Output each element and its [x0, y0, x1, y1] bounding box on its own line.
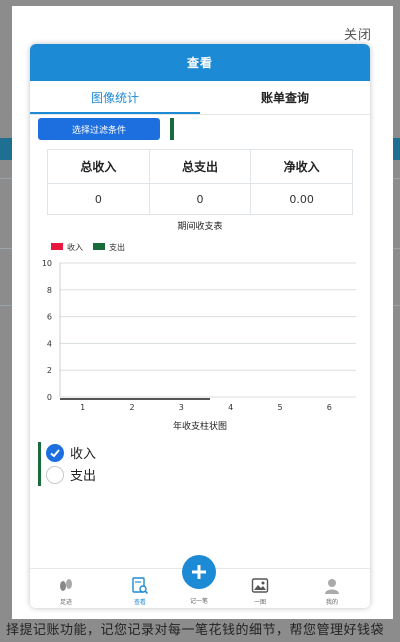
- search-doc-icon: [132, 577, 149, 595]
- series-toggle-group: 收入 支出: [38, 442, 370, 486]
- total-expense-value: 0: [148, 183, 252, 215]
- x-tick-label: 2: [129, 403, 134, 412]
- filter-accent-bar: [170, 118, 174, 140]
- preview-card: 查看 图像统计 账单查询 选择过滤条件 总收入 总支出 净收入 0 0 0.00…: [30, 44, 370, 608]
- bottom-nav: 足迹 查看 记一笔 一图 我的: [30, 555, 370, 608]
- close-button[interactable]: 关闭: [344, 24, 372, 43]
- option-income-label: 收入: [70, 447, 97, 462]
- legend-label: 支出: [109, 242, 125, 252]
- add-record-button[interactable]: [182, 555, 216, 589]
- nav-view[interactable]: 查看: [112, 577, 168, 606]
- add-record-label: 记一笔: [189, 598, 208, 605]
- option-expense-label: 支出: [70, 469, 97, 484]
- summary-caption: 期间收支表: [177, 222, 223, 232]
- net-income-value: 0.00: [250, 183, 353, 215]
- legend-swatch: [93, 243, 105, 250]
- x-tick-label: 4: [228, 403, 233, 412]
- y-tick-label: 8: [47, 286, 52, 295]
- nav-footprint[interactable]: 足迹: [38, 577, 94, 606]
- footprint-icon: [60, 579, 72, 591]
- x-tick-label: 1: [80, 403, 85, 412]
- select-filter-button[interactable]: 选择过滤条件: [38, 118, 160, 140]
- x-tick-label: 5: [277, 403, 282, 412]
- tab-bar: 图像统计 账单查询: [30, 81, 370, 115]
- plus-icon: [192, 565, 206, 579]
- x-tick-label: 6: [327, 403, 332, 412]
- nav-picture-label: 一图: [253, 599, 266, 606]
- chart-title: 年收支柱状图: [172, 422, 227, 432]
- picture-icon: [251, 578, 269, 593]
- total-expense-header: 总支出: [148, 149, 252, 184]
- legend-label: 收入: [67, 242, 83, 252]
- y-tick-label: 4: [47, 339, 52, 348]
- legend-swatch: [51, 243, 63, 250]
- total-income-header: 总收入: [47, 149, 150, 184]
- net-income-header: 净收入: [250, 149, 353, 184]
- user-icon: [325, 579, 339, 594]
- option-income[interactable]: 收入: [46, 443, 96, 462]
- x-tick-label: 3: [179, 403, 184, 412]
- options-accent-bar: [38, 442, 41, 486]
- total-income-value: 0: [47, 183, 150, 215]
- nav-mine-label: 我的: [325, 599, 338, 606]
- nav-footprint-label: 足迹: [59, 599, 72, 606]
- tab-bill-query[interactable]: 账单查询: [200, 81, 370, 114]
- page-title: 查看: [30, 44, 370, 81]
- nav-view-label: 查看: [133, 599, 146, 606]
- unchecked-circle-icon[interactable]: [46, 465, 64, 484]
- tab-image-stats[interactable]: 图像统计: [30, 81, 200, 114]
- nav-picture[interactable]: 一图: [232, 577, 288, 606]
- y-tick-label: 2: [47, 366, 52, 375]
- y-tick-label: 10: [42, 259, 52, 268]
- y-tick-label: 6: [47, 313, 52, 322]
- background-text: 择提记账功能，记您记录对每一笔花钱的细节，帮您管理好钱袋: [6, 623, 385, 638]
- y-tick-label: 0: [47, 393, 52, 402]
- summary-table: 总收入 总支出 净收入 0 0 0.00: [47, 149, 353, 215]
- checked-circle-icon[interactable]: [46, 443, 64, 462]
- nav-mine[interactable]: 我的: [304, 577, 360, 606]
- option-expense[interactable]: 支出: [46, 465, 96, 484]
- bar-chart: 收入 支出 0 2 4 6 8 10 1 2 3 4 5 6: [30, 240, 370, 418]
- filter-row: 选择过滤条件: [30, 115, 370, 143]
- bar-chart-svg: 收入 支出02468101 2 3 4 5 6: [42, 242, 356, 412]
